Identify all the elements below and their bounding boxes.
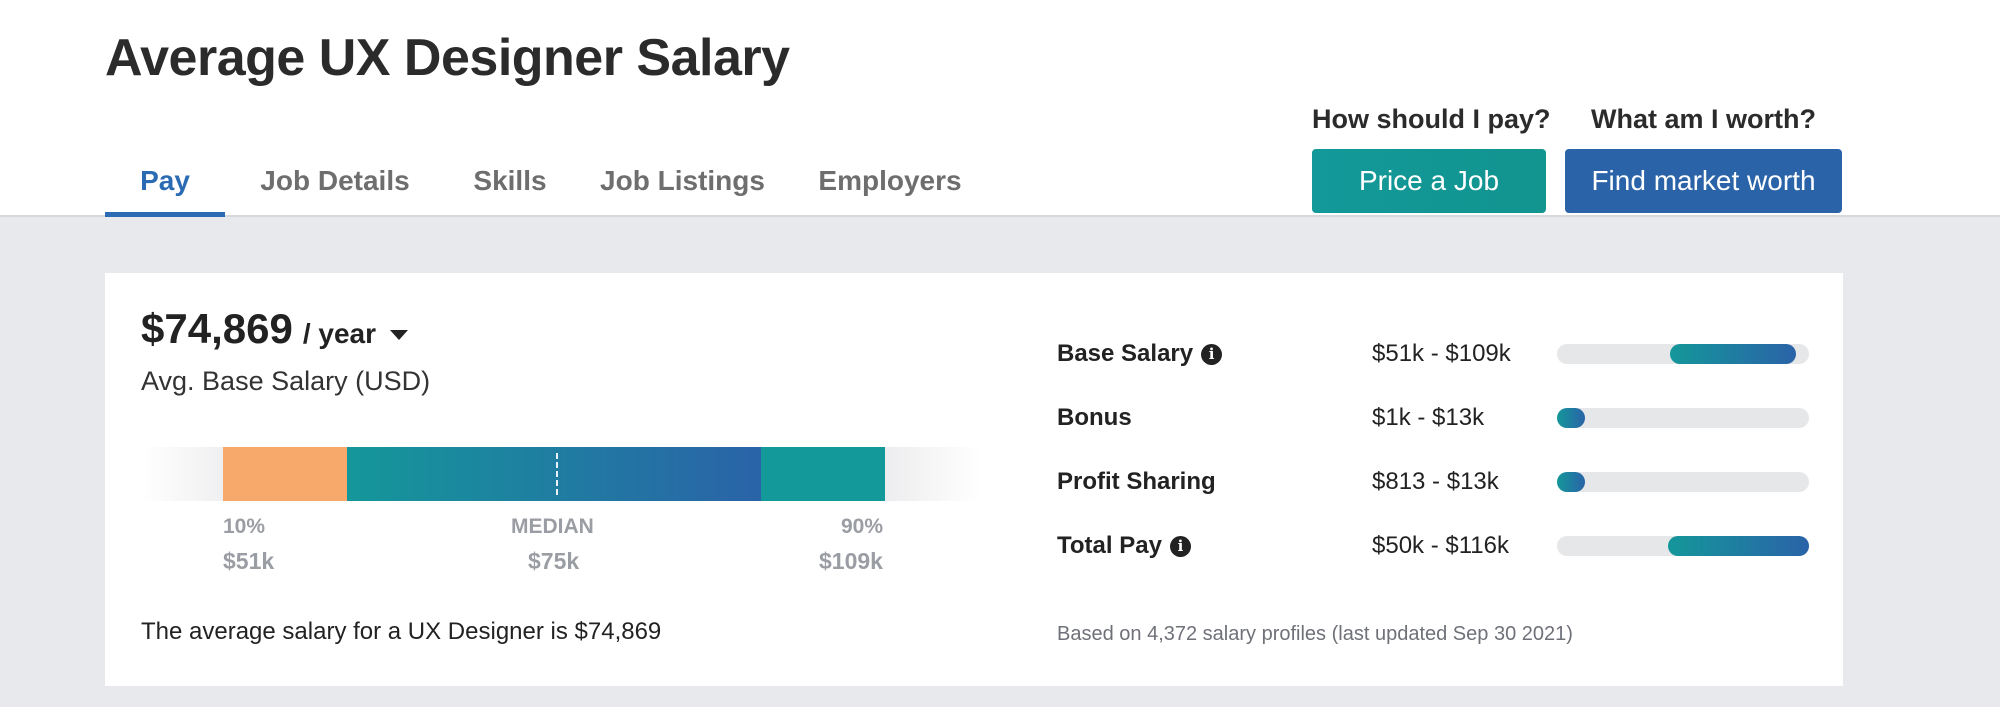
pay-row-label: Profit Sharing <box>1057 468 1216 496</box>
worker-question: What am I worth? <box>1591 104 1816 134</box>
pay-row-range: $51k - $109k <box>1372 340 1511 367</box>
tab-pay[interactable]: Pay <box>105 160 225 217</box>
price-a-job-button[interactable]: Price a Job <box>1312 149 1546 213</box>
salary-range-bar <box>141 447 981 501</box>
avg-salary-label: Avg. Base Salary (USD) <box>141 366 431 396</box>
pay-row-track <box>1557 408 1809 428</box>
range-segment-low <box>223 447 347 501</box>
median-label: MEDIAN <box>511 515 594 538</box>
pay-row-bonus: Bonus $1k - $13k <box>1057 398 1817 438</box>
pay-row-fill <box>1557 472 1585 492</box>
range-segment-mid <box>347 447 761 501</box>
pay-row-track <box>1557 536 1809 556</box>
page-header: Average UX Designer Salary Pay Job Detai… <box>0 0 2000 217</box>
pay-row-profit-sharing: Profit Sharing $813 - $13k <box>1057 462 1817 502</box>
page-title: Average UX Designer Salary <box>105 29 790 87</box>
pay-row-total-pay: Total Pay i $50k - $116k <box>1057 526 1817 566</box>
employer-question: How should I pay? <box>1312 104 1551 134</box>
pay-row-label-text: Profit Sharing <box>1057 468 1216 495</box>
tab-job-listings[interactable]: Job Listings <box>575 160 790 217</box>
tab-bar: Pay Job Details Skills Job Listings Empl… <box>105 160 990 217</box>
caret-down-icon[interactable] <box>390 330 408 340</box>
range-segment-high <box>761 447 885 501</box>
salary-footnote: Based on 4,372 salary profiles (last upd… <box>1057 623 1573 645</box>
worker-cta: What am I worth? Find market worth <box>1565 104 1842 213</box>
pay-row-label: Base Salary i <box>1057 340 1223 368</box>
salary-card: $74,869 / year Avg. Base Salary (USD) 10… <box>105 273 1843 686</box>
percentile-10-value: $51k <box>223 548 275 574</box>
pay-row-fill <box>1667 536 1809 556</box>
info-icon[interactable]: i <box>1201 343 1223 365</box>
employer-cta: How should I pay? Price a Job <box>1312 104 1551 213</box>
pay-row-range: $813 - $13k <box>1372 468 1499 495</box>
median-marker <box>556 453 558 495</box>
pay-row-base-salary: Base Salary i $51k - $109k <box>1057 334 1817 374</box>
tab-skills[interactable]: Skills <box>445 160 575 217</box>
pay-row-track <box>1557 472 1809 492</box>
percentile-10-label: 10% <box>223 515 266 538</box>
pay-row-range: $1k - $13k <box>1372 404 1485 431</box>
salary-period[interactable]: / year <box>303 318 376 350</box>
percentile-90-label: 90% <box>841 515 884 538</box>
find-market-worth-button[interactable]: Find market worth <box>1565 149 1842 213</box>
tab-employers[interactable]: Employers <box>790 160 990 217</box>
pay-row-label-text: Bonus <box>1057 404 1132 431</box>
pay-row-label-text: Base Salary <box>1057 340 1194 367</box>
info-icon[interactable]: i <box>1169 535 1191 557</box>
pay-row-fill <box>1670 344 1797 364</box>
pay-row-label-text: Total Pay <box>1057 532 1162 559</box>
pay-row-track <box>1557 344 1809 364</box>
pay-row-label: Total Pay i <box>1057 532 1191 560</box>
tab-job-details[interactable]: Job Details <box>225 160 445 217</box>
pay-row-range: $50k - $116k <box>1372 532 1509 559</box>
pay-row-fill <box>1557 408 1585 428</box>
salary-summary: The average salary for a UX Designer is … <box>141 618 662 645</box>
median-value: $75k <box>528 548 580 574</box>
percentile-90-value: $109k <box>819 548 883 574</box>
pay-row-label: Bonus <box>1057 404 1132 432</box>
salary-amount: $74,869 <box>141 305 293 352</box>
salary-amount-row: $74,869 / year <box>141 305 408 353</box>
